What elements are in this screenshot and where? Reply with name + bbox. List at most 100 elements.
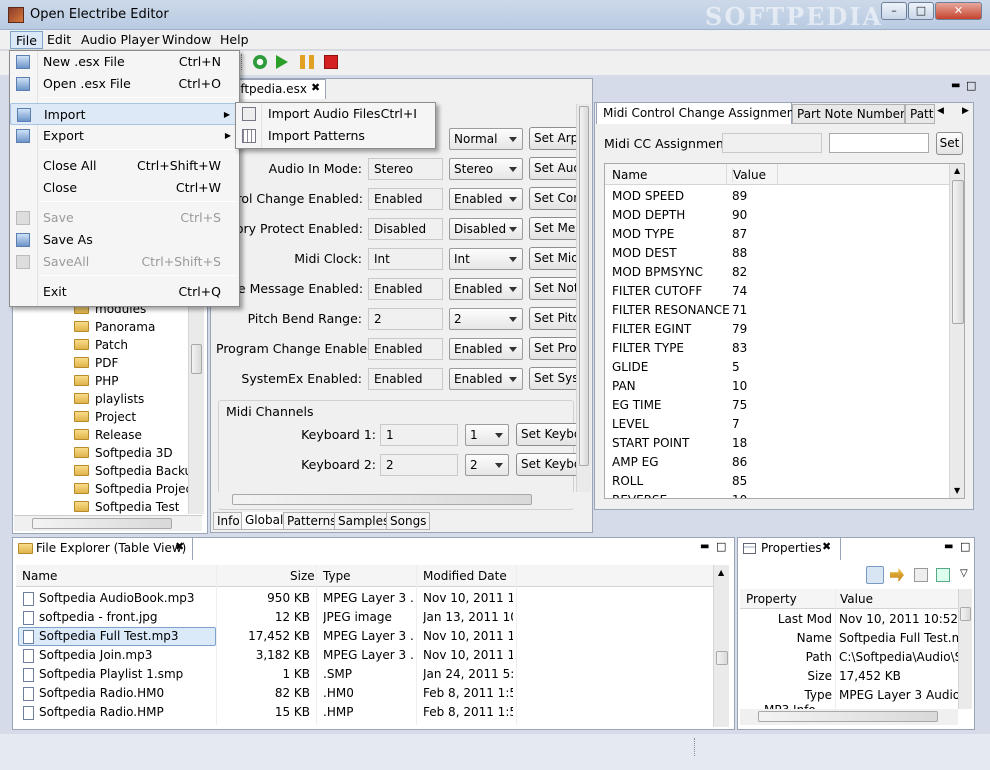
table-row[interactable]: REVERSE 10 <box>605 491 950 498</box>
menu-item-new-esx-file[interactable]: New .esx File Ctrl+N <box>10 51 239 73</box>
editor-tab-samples[interactable]: Samples <box>334 512 394 530</box>
editor-hscroll-thumb[interactable] <box>232 494 532 505</box>
tab-midi-cc[interactable]: Midi Control Change Assignments <box>596 102 805 124</box>
setting-combo[interactable]: Disabled <box>449 218 523 240</box>
table-row[interactable]: AMP EG 86 <box>605 453 950 472</box>
table-row[interactable]: Softpedia Join.mp3 3,182 KB MPEG Layer 3 .… <box>16 646 716 665</box>
table-row[interactable]: MOD TYPE 87 <box>605 225 950 244</box>
pause-icon[interactable] <box>300 55 314 69</box>
tree-folder-item[interactable]: playlists <box>74 390 144 408</box>
menu-file[interactable]: File <box>10 31 43 49</box>
minimize-properties-icon[interactable]: ▬ <box>944 541 953 552</box>
tree-scroll-thumb[interactable] <box>191 344 202 374</box>
maximize-explorer-icon[interactable]: □ <box>716 540 726 553</box>
table-row[interactable]: MOD DEPTH 90 <box>605 206 950 225</box>
maximize-button[interactable]: □ <box>908 2 934 20</box>
menu-item-close[interactable]: Close Ctrl+W <box>10 177 239 199</box>
col-file-size[interactable]: Size <box>290 569 315 583</box>
menu-item-saveall[interactable]: SaveAll Ctrl+Shift+S <box>10 251 239 273</box>
tree-folder-item[interactable]: Softpedia Project <box>74 480 188 498</box>
setting-set-button[interactable]: Set Con <box>529 187 576 210</box>
menu-edit[interactable]: Edit <box>42 31 76 49</box>
setting-set-button[interactable]: Set Midi <box>529 247 576 270</box>
tab-scroll-left-icon[interactable]: ◀ <box>937 106 944 116</box>
tree-folder-item[interactable]: Softpedia Test <box>74 498 179 516</box>
setting-combo[interactable]: Enabled <box>449 368 523 390</box>
setting-combo[interactable]: Normal <box>449 128 523 150</box>
editor-tab-info[interactable]: Info <box>213 512 244 530</box>
close-tab-icon[interactable]: ✖ <box>822 540 831 553</box>
scroll-up-icon[interactable]: ▲ <box>718 568 724 577</box>
minimize-editor-icon[interactable]: ▬ <box>951 80 960 91</box>
editor-scroll-thumb[interactable] <box>579 106 589 466</box>
setting-set-button[interactable]: Set Arp <box>529 127 576 150</box>
view-menu-icon[interactable]: ▽ <box>960 568 968 579</box>
menu-window[interactable]: Window <box>157 31 216 49</box>
table-row[interactable]: Softpedia Full Test.mp3 17,452 KB MPEG Lay… <box>16 627 716 646</box>
table-row[interactable]: Softpedia Radio.HM0 82 KB .HM0 Feb 8, 2011 … <box>16 684 716 703</box>
menu-item-save-as[interactable]: Save As <box>10 229 239 251</box>
table-row[interactable]: softpedia - front.jpg 12 KB JPEG image Jan … <box>16 608 716 627</box>
table-row[interactable]: Softpedia AudioBook.mp3 950 KB MPEG Layer … <box>16 589 716 608</box>
table-row[interactable]: FILTER TYPE 83 <box>605 339 950 358</box>
table-row[interactable]: FILTER CUTOFF 74 <box>605 282 950 301</box>
table-row[interactable]: Size 17,452 KB <box>740 667 958 686</box>
table-row[interactable]: MOD BPMSYNC 82 <box>605 263 950 282</box>
table-row[interactable]: Path C:\Softpedia\Audio\S. <box>740 648 958 667</box>
table-row[interactable]: Softpedia Radio.HMP 15 KB .HMP Feb 8, 2011 … <box>16 703 716 722</box>
midi-cc-value-input[interactable] <box>829 133 929 153</box>
tree-folder-item[interactable]: Softpedia 3D <box>74 444 173 462</box>
menu-item-open-esx-file[interactable]: Open .esx File Ctrl+O <box>10 73 239 95</box>
tab-part-note-numbers[interactable]: Part Note Numbers <box>792 104 905 124</box>
properties-hscroll-thumb[interactable] <box>758 711 938 722</box>
table-row[interactable]: FILTER RESONANCE 71 <box>605 301 950 320</box>
minimize-explorer-icon[interactable]: ▬ <box>700 541 709 552</box>
midi-cc-scroll-thumb[interactable] <box>952 180 964 324</box>
close-tab-icon[interactable]: ✖ <box>175 540 184 553</box>
setting-combo[interactable]: Int <box>449 248 523 270</box>
table-row[interactable]: ROLL 85 <box>605 472 950 491</box>
setting-combo[interactable]: Enabled <box>449 188 523 210</box>
maximize-editor-icon[interactable]: □ <box>966 79 976 92</box>
table-row[interactable]: LEVEL 7 <box>605 415 950 434</box>
maximize-properties-icon[interactable]: □ <box>960 540 970 553</box>
table-row[interactable]: GLIDE 5 <box>605 358 950 377</box>
properties-hscrollbar[interactable] <box>740 709 958 725</box>
setting-set-button[interactable]: Set Syst <box>529 367 576 390</box>
close-window-button[interactable]: ✕ <box>935 2 982 20</box>
menu-help[interactable]: Help <box>215 31 254 49</box>
table-row[interactable]: MOD SPEED 89 <box>605 187 950 206</box>
stop-icon[interactable] <box>324 55 338 69</box>
col-file-type[interactable]: Type <box>323 569 351 583</box>
tree-folder-item[interactable]: Patch <box>74 336 128 354</box>
editor-tab[interactable]: oftpedia.esx ✖ <box>230 79 326 99</box>
refresh-icon[interactable] <box>253 55 267 69</box>
menu-item-export[interactable]: Export ▶ <box>10 125 239 147</box>
menu-audio-player[interactable]: Audio Player <box>76 31 164 49</box>
col-property[interactable]: Property <box>746 592 797 606</box>
play-icon[interactable] <box>276 55 288 69</box>
menu-item-exit[interactable]: Exit Ctrl+Q <box>10 281 239 303</box>
pin-icon[interactable] <box>936 568 950 582</box>
col-prop-value[interactable]: Value <box>840 592 873 606</box>
table-row[interactable]: FILTER EGINT 79 <box>605 320 950 339</box>
scroll-up-icon[interactable]: ▲ <box>954 166 960 175</box>
tree-folder-item[interactable]: Softpedia Backup <box>74 462 188 480</box>
col-name[interactable]: Name <box>612 168 647 182</box>
editor-hscrollbar[interactable] <box>216 492 576 508</box>
properties-scrollbar[interactable] <box>958 589 972 709</box>
show-categories-icon[interactable] <box>866 566 884 584</box>
setting-set-button[interactable]: Set Not <box>529 277 576 300</box>
table-row[interactable]: EG TIME 75 <box>605 396 950 415</box>
tree-folder-item[interactable]: PDF <box>74 354 118 372</box>
table-row[interactable]: Softpedia Playlist 1.smp 1 KB .SMP Jan 24, … <box>16 665 716 684</box>
menu-item-import[interactable]: Import ▶ <box>10 103 239 125</box>
tree-folder-item[interactable]: Project <box>74 408 136 426</box>
editor-scrollbar[interactable] <box>576 104 591 492</box>
properties-tab[interactable]: Properties ✖ <box>738 538 841 560</box>
properties-scroll-thumb[interactable] <box>960 607 971 621</box>
table-row[interactable]: PAN 10 <box>605 377 950 396</box>
tree-folder-item[interactable]: Release <box>74 426 142 444</box>
setting-combo[interactable]: Stereo <box>449 158 523 180</box>
setting-set-button[interactable]: Set Audi <box>529 157 576 180</box>
